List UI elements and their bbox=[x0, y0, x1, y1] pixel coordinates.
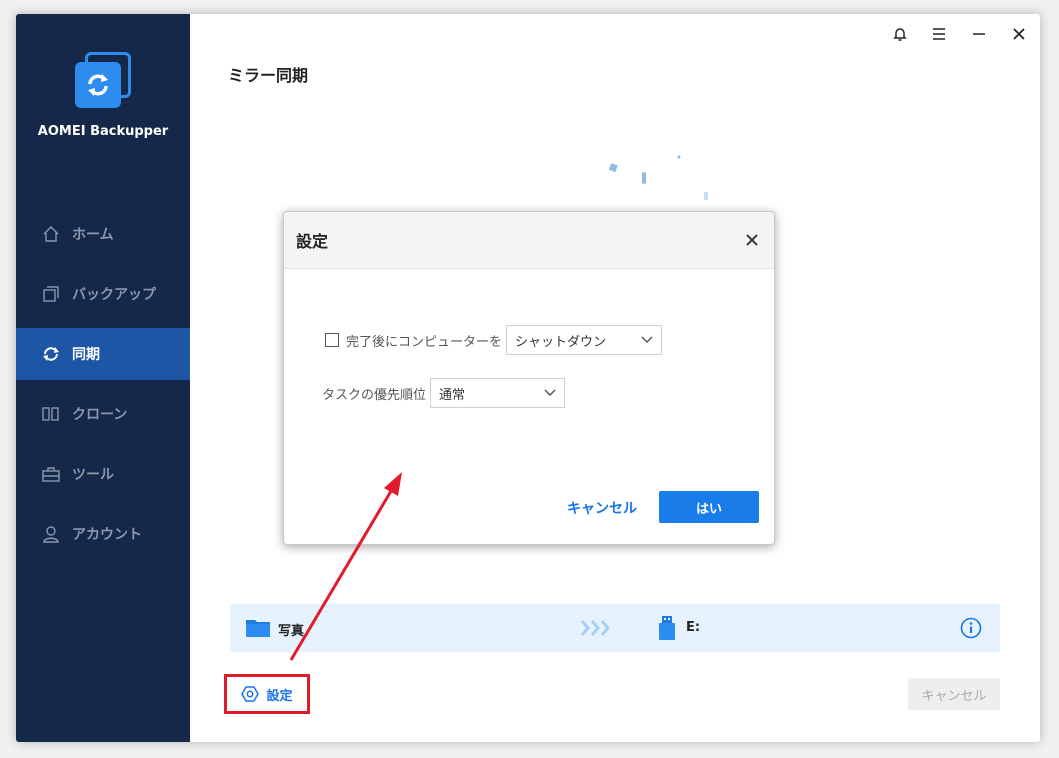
home-icon bbox=[40, 223, 62, 245]
page-title: ミラー同期 bbox=[228, 66, 309, 85]
dialog-ok-button[interactable]: はい bbox=[659, 491, 759, 523]
after-complete-row: 完了後にコンピューターを シャットダウン bbox=[325, 325, 663, 355]
settings-dialog: 設定 完了後にコンピューターを シャットダウン タスクの優先順位 通常 キャンセ… bbox=[283, 211, 775, 545]
chevrons-right-icon bbox=[580, 618, 614, 642]
after-complete-value: シャットダウン bbox=[515, 334, 607, 350]
sidebar-item-label: アカウント bbox=[72, 527, 142, 543]
app-name: AOMEI Backupper bbox=[37, 124, 169, 139]
tools-icon bbox=[40, 463, 62, 485]
after-complete-checkbox[interactable] bbox=[325, 333, 339, 347]
after-complete-select[interactable]: シャットダウン bbox=[506, 325, 663, 355]
close-icon[interactable] bbox=[1007, 22, 1031, 46]
gear-icon bbox=[241, 685, 260, 703]
priority-value: 通常 bbox=[439, 387, 466, 403]
dialog-close-icon[interactable] bbox=[742, 230, 762, 250]
dialog-title: 設定 bbox=[296, 232, 329, 251]
dialog-cancel-button[interactable]: キャンセル bbox=[567, 498, 637, 518]
sync-source-label: 写真 bbox=[278, 624, 305, 639]
chevron-down-icon bbox=[544, 386, 556, 401]
sidebar-item-label: ツール bbox=[72, 467, 114, 483]
clone-icon bbox=[40, 403, 62, 425]
priority-row: タスクの優先順位 通常 bbox=[322, 378, 566, 408]
chevron-down-icon bbox=[641, 333, 653, 348]
bell-icon[interactable] bbox=[888, 22, 912, 46]
app-logo-icon bbox=[75, 52, 133, 110]
settings-button-label: 設定 bbox=[266, 688, 293, 704]
info-icon[interactable] bbox=[960, 617, 982, 643]
sidebar-item-home[interactable]: ホーム bbox=[16, 208, 190, 260]
sidebar-item-label: バックアップ bbox=[72, 287, 156, 303]
cancel-button[interactable]: キャンセル bbox=[908, 678, 1000, 710]
dialog-header: 設定 bbox=[284, 212, 774, 269]
sidebar: AOMEI Backupper ホーム バックアップ 同期 クローン ツール ア… bbox=[16, 14, 190, 742]
sidebar-item-label: 同期 bbox=[72, 347, 100, 363]
folder-icon bbox=[246, 617, 270, 641]
after-complete-label: 完了後にコンピューターを bbox=[346, 334, 503, 350]
sidebar-item-tools[interactable]: ツール bbox=[16, 448, 190, 500]
sidebar-item-backup[interactable]: バックアップ bbox=[16, 268, 190, 320]
usb-drive-icon bbox=[658, 616, 676, 644]
menu-icon[interactable] bbox=[927, 22, 951, 46]
priority-select[interactable]: 通常 bbox=[430, 378, 566, 408]
sidebar-item-label: ホーム bbox=[72, 227, 114, 243]
sync-task-bar: 写真 E: bbox=[230, 604, 1000, 652]
sidebar-item-label: クローン bbox=[72, 407, 128, 423]
sidebar-item-sync[interactable]: 同期 bbox=[16, 328, 190, 380]
settings-button[interactable]: 設定 bbox=[224, 674, 310, 714]
sync-destination-label: E: bbox=[686, 620, 701, 635]
app-window: AOMEI Backupper ホーム バックアップ 同期 クローン ツール ア… bbox=[16, 14, 1040, 742]
priority-label: タスクの優先順位 bbox=[322, 387, 427, 403]
backup-icon bbox=[40, 283, 62, 305]
sync-icon bbox=[40, 343, 62, 365]
account-icon bbox=[40, 523, 62, 545]
sidebar-item-account[interactable]: アカウント bbox=[16, 508, 190, 560]
minimize-icon[interactable] bbox=[967, 22, 991, 46]
sidebar-item-clone[interactable]: クローン bbox=[16, 388, 190, 440]
